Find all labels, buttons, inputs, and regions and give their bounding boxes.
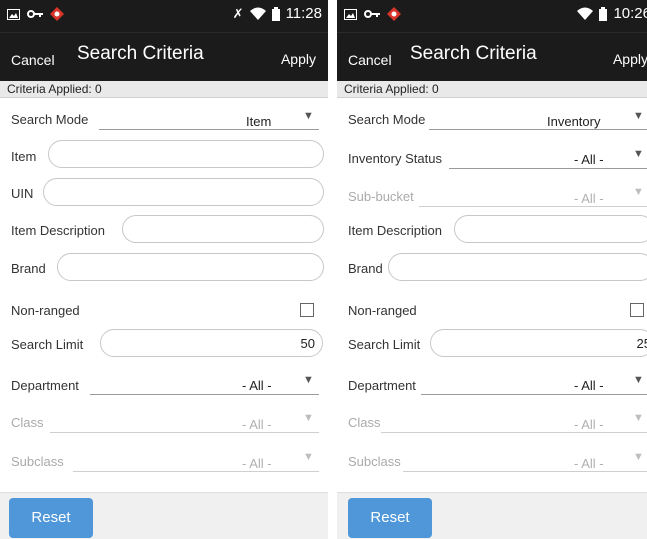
phone-screen-left: ✗ 11:28 Cancel Search Criteria Apply Cri…: [0, 0, 328, 539]
item-description-input[interactable]: [454, 215, 647, 243]
brand-input[interactable]: [388, 253, 647, 281]
search-limit-label: Search Limit: [11, 337, 84, 352]
title-bar: Cancel Search Criteria Apply: [337, 32, 647, 81]
page-title: Search Criteria: [77, 43, 204, 64]
class-value: - All -: [242, 417, 272, 432]
department-value[interactable]: - All -: [242, 378, 272, 393]
dropdown-arrow-icon: ▼: [633, 186, 644, 198]
dropdown-arrow-icon: ▼: [633, 451, 644, 463]
search-mode-underline: [99, 129, 319, 130]
class-label: Class: [11, 415, 44, 430]
reset-button[interactable]: Reset: [9, 498, 93, 538]
dropdown-arrow-icon[interactable]: ▼: [633, 374, 644, 386]
non-ranged-label: Non-ranged: [11, 303, 80, 318]
subclass-label: Subclass: [11, 454, 64, 469]
search-limit-label: Search Limit: [348, 337, 421, 352]
battery-icon: [599, 6, 608, 21]
sub-bucket-label: Sub-bucket: [348, 189, 414, 204]
non-ranged-checkbox[interactable]: [630, 303, 644, 317]
key-icon: [27, 10, 43, 18]
uin-label: UIN: [11, 186, 34, 201]
search-mode-value[interactable]: Inventory: [547, 114, 600, 129]
department-underline: [90, 394, 319, 395]
search-mode-underline: [429, 129, 647, 130]
sub-bucket-value: - All -: [574, 191, 604, 206]
class-underline: [381, 432, 647, 433]
item-description-label: Item Description: [348, 223, 442, 238]
subclass-underline: [403, 471, 647, 472]
dropdown-arrow-icon: ▼: [633, 412, 644, 424]
sub-bucket-underline: [419, 206, 647, 207]
divider: [328, 0, 337, 539]
footer: Reset: [0, 492, 328, 539]
status-bar: ✗ 11:28: [0, 0, 328, 32]
status-bar: 10:26: [337, 0, 647, 32]
class-label: Class: [348, 415, 381, 430]
criteria-applied: Criteria Applied: 0: [0, 81, 328, 98]
inventory-status-label: Inventory Status: [348, 151, 442, 166]
item-label: Item: [11, 149, 37, 164]
search-mode-label: Search Mode: [11, 112, 89, 127]
uin-input[interactable]: [43, 178, 324, 206]
dropdown-arrow-icon[interactable]: ▼: [633, 110, 644, 122]
wifi-icon: [577, 7, 594, 20]
subclass-value: - All -: [574, 456, 604, 471]
cancel-button[interactable]: Cancel: [11, 52, 55, 68]
alert-app-icon: [50, 7, 64, 21]
subclass-value: - All -: [242, 456, 272, 471]
subclass-underline: [73, 471, 319, 472]
dropdown-arrow-icon[interactable]: ▼: [303, 110, 314, 122]
brand-input[interactable]: [57, 253, 324, 281]
brand-label: Brand: [11, 261, 46, 276]
image-icon: [344, 8, 357, 20]
page-title: Search Criteria: [410, 43, 537, 64]
cancel-button[interactable]: Cancel: [348, 52, 392, 68]
apply-button[interactable]: Apply: [613, 51, 647, 67]
item-description-label: Item Description: [11, 223, 105, 238]
battery-icon: [271, 6, 280, 21]
department-label: Department: [348, 378, 416, 393]
non-ranged-label: Non-ranged: [348, 303, 417, 318]
search-limit-input[interactable]: 50: [100, 329, 323, 357]
search-limit-input[interactable]: 25: [430, 329, 647, 357]
criteria-applied: Criteria Applied: 0: [337, 81, 647, 98]
title-bar: Cancel Search Criteria Apply: [0, 32, 328, 81]
inventory-status-underline: [449, 168, 647, 169]
reset-button[interactable]: Reset: [348, 498, 432, 538]
dropdown-arrow-icon[interactable]: ▼: [633, 148, 644, 160]
image-icon: [7, 8, 20, 20]
department-label: Department: [11, 378, 79, 393]
dropdown-arrow-icon[interactable]: ▼: [303, 374, 314, 386]
non-ranged-checkbox[interactable]: [300, 303, 314, 317]
department-underline: [421, 394, 647, 395]
dropdown-arrow-icon: ▼: [303, 412, 314, 424]
apply-button[interactable]: Apply: [281, 51, 316, 67]
inventory-status-value[interactable]: - All -: [574, 152, 604, 167]
subclass-label: Subclass: [348, 454, 401, 469]
class-underline: [50, 432, 319, 433]
brand-label: Brand: [348, 261, 383, 276]
footer: Reset: [337, 492, 647, 539]
item-input[interactable]: [48, 140, 324, 168]
item-description-input[interactable]: [122, 215, 324, 243]
dropdown-arrow-icon: ▼: [303, 451, 314, 463]
status-time: 11:28: [285, 5, 322, 22]
mute-icon: ✗: [232, 5, 244, 21]
search-mode-value[interactable]: Item: [246, 114, 271, 129]
alert-app-icon: [387, 7, 401, 21]
key-icon: [364, 10, 380, 18]
phone-screen-right: 10:26 Cancel Search Criteria Apply Crite…: [337, 0, 647, 539]
search-mode-label: Search Mode: [348, 112, 426, 127]
department-value[interactable]: - All -: [574, 378, 604, 393]
wifi-icon: [249, 7, 266, 20]
status-time: 10:26: [613, 5, 647, 22]
class-value: - All -: [574, 417, 604, 432]
